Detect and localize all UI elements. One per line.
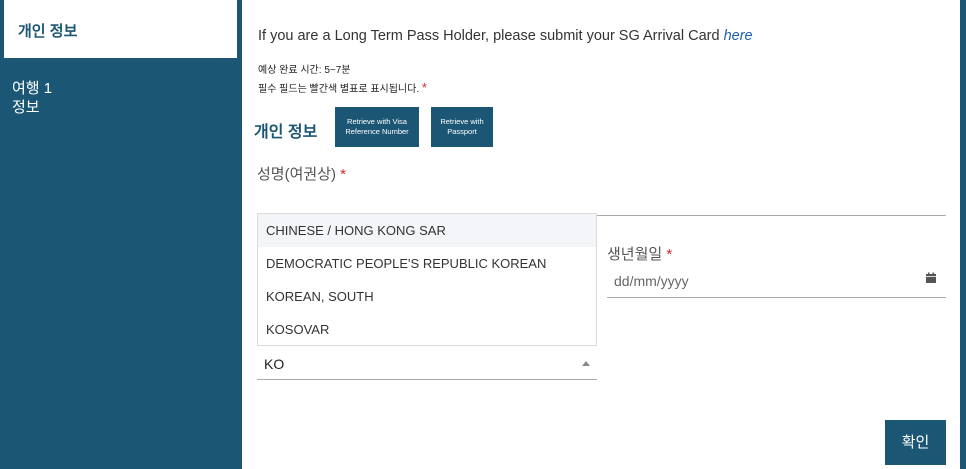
sidebar-item-personal-info[interactable]: 개인 정보 <box>4 0 237 58</box>
confirm-button[interactable]: 확인 <box>885 420 946 465</box>
nationality-dropdown-list: CHINESE / HONG KONG SAR DEMOCRATIC PEOPL… <box>257 213 597 346</box>
name-label-text: 성명(여권상) <box>257 166 336 183</box>
retrieve-passport-button[interactable]: Retrieve with Passport <box>431 107 493 147</box>
app-root: 개인 정보 여행 1 정보 If you are a Long Term Pas… <box>0 0 966 469</box>
here-link[interactable]: here <box>724 28 753 44</box>
required-asterisk: * <box>666 246 673 263</box>
section-title: 개인 정보 <box>254 124 318 141</box>
estimated-time: 예상 완료 시간: 5~7분 <box>258 65 351 76</box>
retrieve-passport-label-1: Retrieve with <box>440 117 484 126</box>
dropdown-option[interactable]: KOREAN, SOUTH <box>258 280 596 313</box>
dob-label: 생년월일 * <box>607 243 672 264</box>
sidebar-item-trip-info[interactable]: 여행 1 정보 <box>12 79 212 117</box>
retrieve-visa-button[interactable]: Retrieve with Visa Reference Number <box>335 107 419 147</box>
dropdown-option[interactable]: KOSOVAR <box>258 313 596 346</box>
dob-underline <box>607 297 946 298</box>
form-panel: If you are a Long Term Pass Holder, plea… <box>242 0 960 469</box>
sidebar-item-label: 개인 정보 <box>18 23 78 40</box>
required-note-text: 필수 필드는 빨간색 별표로 표시됩니다. <box>258 84 420 95</box>
dropdown-option[interactable]: DEMOCRATIC PEOPLE'S REPUBLIC KOREAN <box>258 247 596 280</box>
required-asterisk: * <box>340 166 347 183</box>
name-label: 성명(여권상) * <box>257 163 346 184</box>
dob-label-text: 생년월일 <box>607 246 663 263</box>
retrieve-passport-label-2: Passport <box>447 127 477 136</box>
required-note: 필수 필드는 빨간색 별표로 표시됩니다. * <box>258 80 427 95</box>
dob-input[interactable]: dd/mm/yyyy <box>614 273 689 289</box>
nationality-input[interactable]: KO <box>264 356 284 372</box>
dropdown-option[interactable]: CHINESE / HONG KONG SAR <box>258 214 596 247</box>
sidebar-item-label-line2: 정보 <box>12 99 40 116</box>
calendar-icon[interactable] <box>925 272 937 284</box>
long-term-pass-notice: If you are a Long Term Pass Holder, plea… <box>258 28 753 44</box>
right-border <box>960 0 966 469</box>
notice-text: If you are a Long Term Pass Holder, plea… <box>258 28 724 44</box>
retrieve-visa-label-1: Retrieve with Visa <box>347 117 407 126</box>
chevron-up-icon[interactable] <box>582 361 590 366</box>
nationality-underline <box>257 379 597 380</box>
required-asterisk: * <box>421 80 427 95</box>
retrieve-visa-label-2: Reference Number <box>345 127 409 136</box>
sidebar: 개인 정보 여행 1 정보 <box>0 0 242 469</box>
sidebar-item-label-line1: 여행 1 <box>12 80 53 97</box>
